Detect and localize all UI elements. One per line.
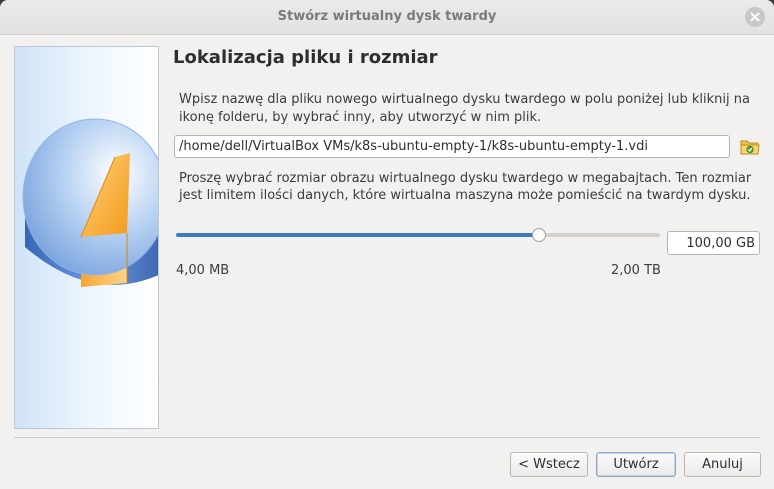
size-description: Proszę wybrać rozmiar obrazu wirtualnego… bbox=[179, 171, 752, 203]
size-input[interactable] bbox=[667, 231, 760, 255]
size-max-label: 2,00 TB bbox=[611, 263, 661, 278]
folder-icon bbox=[740, 140, 760, 155]
create-virtual-disk-dialog: Stwórz wirtualny dysk twardy Lokalizacja… bbox=[0, 0, 774, 489]
location-description: Wpisz nazwę dla pliku nowego wirtualnego… bbox=[179, 92, 750, 125]
choose-folder-button[interactable] bbox=[739, 137, 761, 157]
size-min-label: 4,00 MB bbox=[176, 263, 230, 278]
close-icon bbox=[750, 12, 760, 22]
cancel-button[interactable]: Anuluj bbox=[684, 452, 761, 477]
wizard-side-image bbox=[14, 46, 159, 429]
button-separator bbox=[14, 437, 760, 438]
size-slider-fill bbox=[176, 233, 539, 237]
page-title: Lokalizacja pliku i rozmiar bbox=[173, 47, 438, 68]
file-path-input[interactable] bbox=[174, 135, 730, 158]
back-button[interactable]: < Wstecz bbox=[510, 452, 588, 477]
size-slider-handle[interactable] bbox=[532, 228, 546, 242]
hard-disk-icon bbox=[22, 118, 158, 287]
close-button[interactable] bbox=[745, 7, 765, 27]
size-slider[interactable] bbox=[176, 228, 660, 242]
window-title: Stwórz wirtualny dysk twardy bbox=[277, 9, 497, 24]
create-button[interactable]: Utwórz bbox=[596, 452, 676, 477]
title-bar: Stwórz wirtualny dysk twardy bbox=[0, 0, 774, 35]
